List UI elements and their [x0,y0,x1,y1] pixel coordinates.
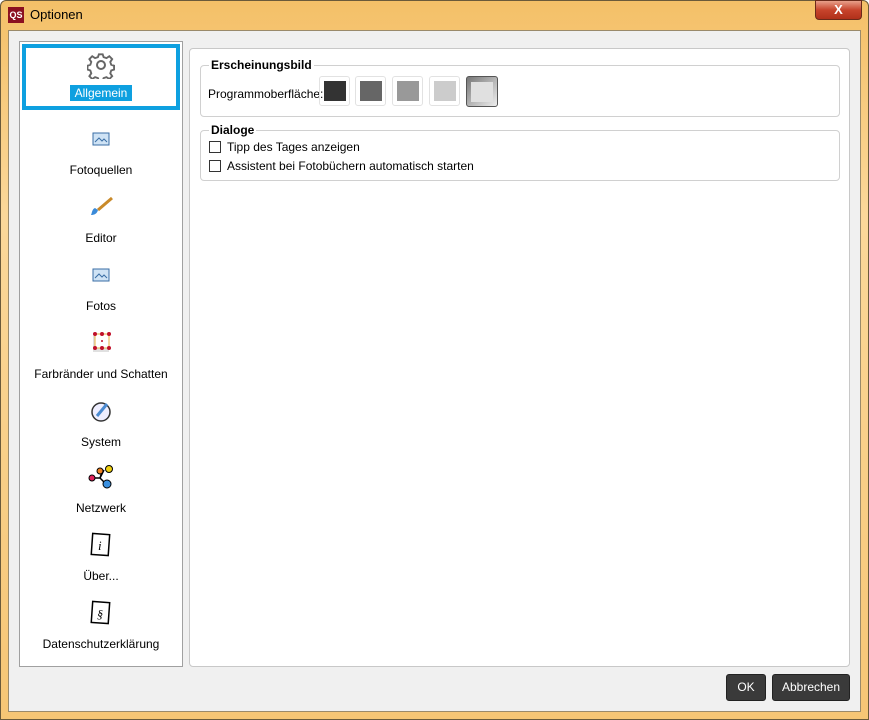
theme-swatch-light[interactable] [429,76,460,106]
photo-icon [20,262,182,288]
theme-swatch-lightest-selected[interactable] [466,76,498,107]
close-button[interactable]: X [815,0,862,20]
sidebar-item-label: Editor [85,231,117,245]
title-bar: QS Optionen X [0,0,869,30]
dialogs-group: Dialoge [200,123,840,181]
ui-theme-label: Programmoberfläche: [208,87,324,101]
sidebar-item-farbraender[interactable]: Farbränder und Schatten [20,326,182,392]
sidebar: Allgemein Fotoquellen Editor Fotos Farbr… [19,41,183,667]
sidebar-item-label: Fotoquellen [69,163,133,177]
sidebar-item-label: Netzwerk [75,501,126,515]
app-icon: QS [8,7,24,23]
sidebar-item-label: Datenschutzerklärung [42,637,160,651]
sidebar-item-label: System [80,435,121,449]
window-title: Optionen [30,7,83,22]
svg-text:i: i [98,538,102,553]
tip-of-day-checkbox[interactable]: Tipp des Tages anzeigen [209,140,360,154]
theme-swatch-darkest[interactable] [319,76,350,106]
sidebar-item-datenschutz[interactable]: § Datenschutzerklärung [20,596,182,662]
checkbox-label: Assistent bei Fotobüchern automatisch st… [227,159,474,173]
ok-button[interactable]: OK [726,674,766,701]
checkbox-box[interactable] [209,160,221,172]
sidebar-item-editor[interactable]: Editor [20,190,182,256]
gear-icon [26,52,176,79]
sidebar-item-label: Über... [83,569,119,583]
sidebar-item-ueber[interactable]: i Über... [20,528,182,594]
brush-icon [20,194,182,220]
sidebar-item-label: Allgemein [69,85,133,101]
sidebar-item-allgemein[interactable]: Allgemein [22,44,180,110]
paragraph-icon: § [20,600,182,626]
checkbox-box[interactable] [209,141,221,153]
sidebar-item-label: Farbränder und Schatten [34,367,168,381]
sidebar-item-system[interactable]: System [20,394,182,460]
theme-swatch-dark[interactable] [355,76,386,106]
checkbox-label: Tipp des Tages anzeigen [227,140,360,154]
appearance-group: Erscheinungsbild Programmoberfläche: [200,58,840,117]
sidebar-item-label: Fotos [85,299,116,313]
photobook-assistant-checkbox[interactable]: Assistent bei Fotobüchern automatisch st… [209,159,474,173]
sidebar-item-fotoquellen[interactable]: Fotoquellen [20,122,182,188]
system-icon [20,398,182,424]
group-title: Dialoge [209,123,257,137]
network-icon [20,464,182,490]
cancel-button[interactable]: Abbrechen [772,674,850,701]
theme-swatch-medium[interactable] [392,76,423,106]
photo-icon [20,126,182,152]
info-icon: i [20,532,182,558]
sidebar-item-fotos[interactable]: Fotos [20,258,182,324]
svg-text:§: § [97,607,103,621]
group-title: Erscheinungsbild [209,58,314,72]
border-shadow-icon [20,330,182,356]
sidebar-item-netzwerk[interactable]: Netzwerk [20,460,182,526]
